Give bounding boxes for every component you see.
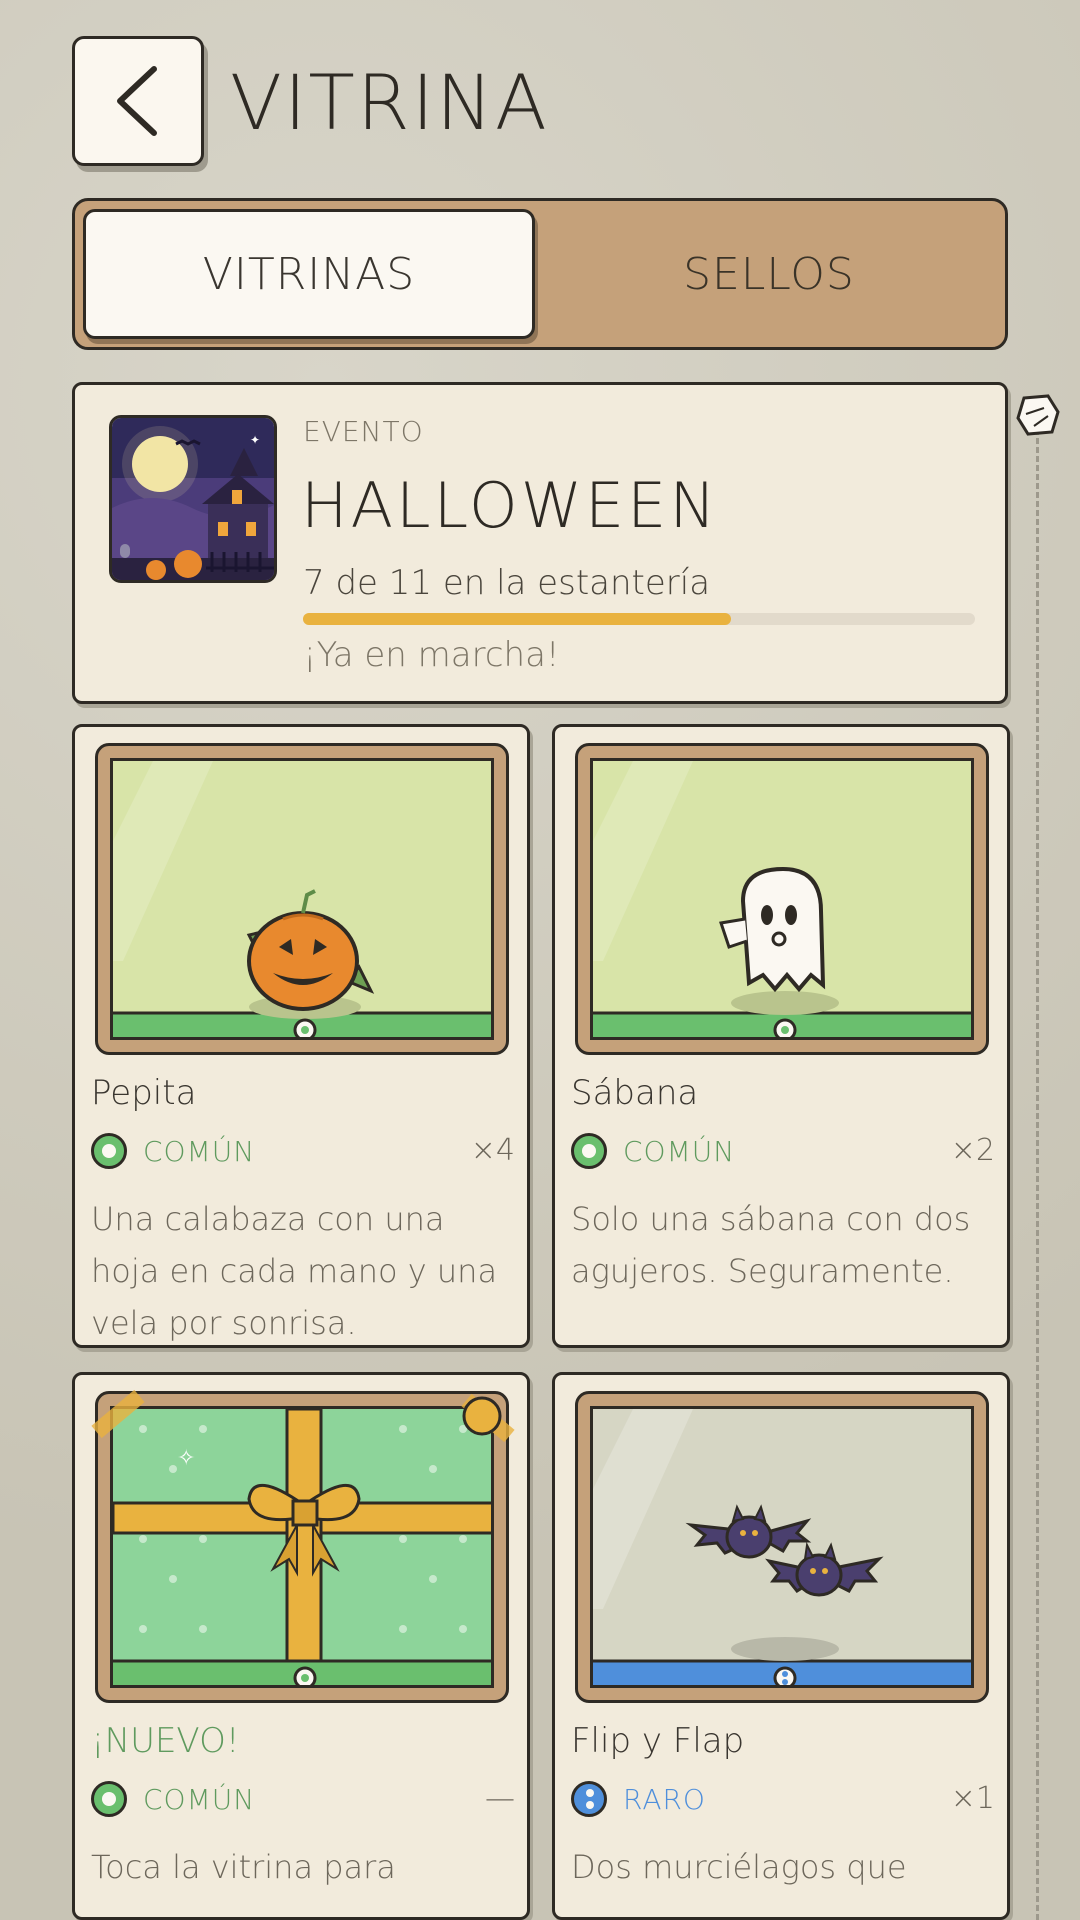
event-card[interactable]: ✦ EVENTO HALLOWEEN 7 de 11 en la estante… xyxy=(72,382,1008,704)
scrollbar-knob[interactable] xyxy=(1014,392,1062,440)
event-status: ¡Ya en marcha! xyxy=(303,635,560,675)
item-count: ×1 xyxy=(950,1781,995,1816)
item-card-pepita[interactable]: Pepita COMÚN ×4 Una calabaza con una hoj… xyxy=(72,724,530,1348)
rarity-common-icon xyxy=(91,1781,127,1817)
event-progress-bar xyxy=(303,613,975,625)
item-name-new: ¡NUEVO! xyxy=(91,1721,240,1761)
page-title: VITRINA xyxy=(230,58,549,147)
item-card-sabana[interactable]: Sábana COMÚN ×2 Solo una sábana con dos … xyxy=(552,724,1010,1348)
rarity-row: COMÚN — xyxy=(91,1779,515,1819)
item-name: Pepita xyxy=(91,1073,197,1113)
item-count: ×2 xyxy=(950,1133,995,1168)
item-count: — xyxy=(485,1781,515,1816)
item-card-flip-y-flap[interactable]: Flip y Flap RARO ×1 Dos murciélagos que xyxy=(552,1372,1010,1920)
tab-vitrinas[interactable]: VITRINAS xyxy=(83,209,535,339)
svg-text:✦: ✦ xyxy=(250,433,260,447)
tape-decoration xyxy=(91,1389,145,1439)
rarity-row: RARO ×1 xyxy=(571,1779,995,1819)
event-progress-text: 7 de 11 en la estantería xyxy=(303,563,711,603)
item-name: Sábana xyxy=(571,1073,699,1113)
item-card-new[interactable]: ✧ ¡NUEVO! COMÚN — Toca la vitrina para xyxy=(72,1372,530,1920)
tab-sellos[interactable]: SELLOS xyxy=(543,209,995,339)
rarity-label: COMÚN xyxy=(143,1783,256,1816)
item-description: Toca la vitrina para xyxy=(91,1848,396,1886)
event-thumbnail: ✦ xyxy=(109,415,277,583)
display-frame: ✧ xyxy=(91,1389,515,1703)
item-description: Solo una sábana con dos agujeros. Segura… xyxy=(571,1200,971,1290)
display-case xyxy=(590,758,974,1040)
event-progress-fill xyxy=(303,613,731,625)
rarity-common-icon xyxy=(571,1133,607,1169)
back-button[interactable] xyxy=(72,36,204,166)
rarity-rare-icon xyxy=(571,1781,607,1817)
display-frame xyxy=(575,743,989,1055)
scrollbar-rail[interactable] xyxy=(1036,420,1039,1920)
item-description: Una calabaza con una hoja en cada mano y… xyxy=(91,1200,498,1342)
rarity-label: COMÚN xyxy=(143,1135,256,1168)
display-case xyxy=(110,758,494,1040)
display-case: ✧ xyxy=(110,1406,494,1688)
rarity-label: RARO xyxy=(623,1783,706,1816)
item-name: Flip y Flap xyxy=(571,1721,745,1761)
display-case xyxy=(590,1406,974,1688)
rarity-common-icon xyxy=(91,1133,127,1169)
rarity-row: COMÚN ×2 xyxy=(571,1131,995,1171)
rarity-row: COMÚN ×4 xyxy=(91,1131,515,1171)
new-badge-icon xyxy=(461,1393,515,1443)
chevron-left-icon xyxy=(117,66,157,136)
event-category: EVENTO xyxy=(303,415,424,448)
tab-bar: VITRINAS SELLOS xyxy=(72,198,1008,350)
rarity-label: COMÚN xyxy=(623,1135,736,1168)
event-name: HALLOWEEN xyxy=(301,469,719,542)
item-count: ×4 xyxy=(470,1133,515,1168)
display-frame xyxy=(95,743,509,1055)
display-frame xyxy=(575,1391,989,1703)
item-description: Dos murciélagos que xyxy=(571,1848,907,1886)
svg-text:✧: ✧ xyxy=(177,1446,195,1471)
